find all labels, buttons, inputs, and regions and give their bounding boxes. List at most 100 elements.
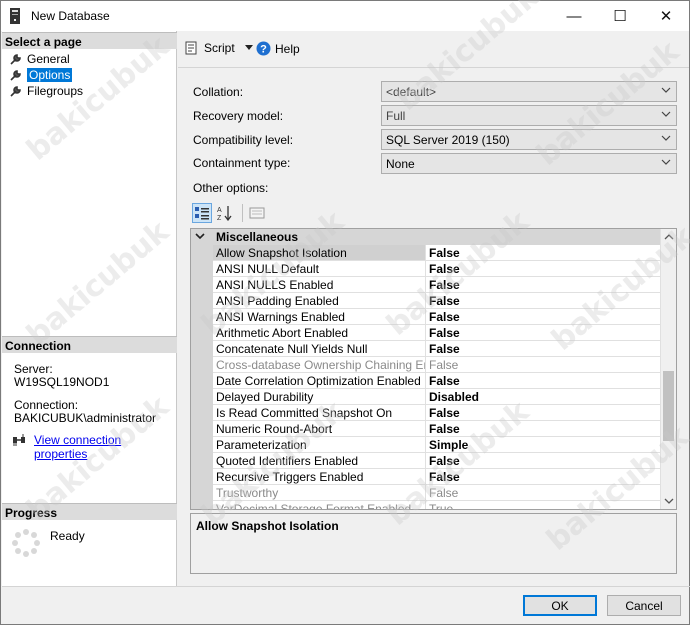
property-name: Numeric Round-Abort: [216, 422, 333, 436]
column-divider: [425, 357, 426, 373]
page-item-general[interactable]: General: [10, 51, 70, 67]
script-button[interactable]: Script: [185, 41, 253, 55]
new-database-dialog: New Database — ☐ ✕ Select a page General…: [0, 0, 690, 625]
property-row[interactable]: Quoted Identifiers Enabled False: [213, 453, 661, 469]
property-row[interactable]: ANSI NULLS Enabled False: [213, 277, 661, 293]
property-row[interactable]: Parameterization Simple: [213, 437, 661, 453]
page-item-filegroups[interactable]: Filegroups: [10, 83, 83, 99]
help-button[interactable]: ? Help: [256, 41, 300, 56]
description-title: Allow Snapshot Isolation: [196, 519, 339, 533]
property-value[interactable]: False: [429, 262, 460, 276]
property-pages-button[interactable]: [247, 203, 267, 223]
alphabetical-button[interactable]: A Z: [215, 203, 235, 223]
wrench-icon: [10, 54, 21, 65]
wrench-icon: [10, 86, 21, 97]
property-row[interactable]: Is Read Committed Snapshot On False: [213, 405, 661, 421]
property-row[interactable]: Cross-database Ownership Chaining Enable…: [213, 357, 661, 373]
progress-spinner-icon: [12, 529, 40, 557]
column-divider: [425, 293, 426, 309]
compatibility-level-combo[interactable]: SQL Server 2019 (150): [381, 129, 677, 150]
vertical-scrollbar[interactable]: [660, 229, 676, 509]
property-value[interactable]: False: [429, 422, 460, 436]
property-value[interactable]: False: [429, 342, 460, 356]
property-value: False: [429, 358, 459, 372]
scrollbar-thumb[interactable]: [663, 371, 674, 441]
help-icon: ?: [256, 41, 271, 56]
property-row[interactable]: ANSI Warnings Enabled False: [213, 309, 661, 325]
property-value[interactable]: False: [429, 470, 460, 484]
property-row[interactable]: Numeric Round-Abort False: [213, 421, 661, 437]
property-value[interactable]: False: [429, 278, 460, 292]
toolbar-separator: [242, 204, 243, 222]
column-divider: [425, 437, 426, 453]
description-panel: Allow Snapshot Isolation: [190, 513, 677, 574]
page-item-options[interactable]: Options: [10, 67, 73, 83]
view-connection-properties-link[interactable]: View connection properties: [34, 433, 176, 461]
toolbar: Script ? Help: [178, 31, 689, 67]
property-value[interactable]: False: [429, 246, 460, 260]
title-bar: New Database — ☐ ✕: [1, 1, 689, 31]
column-divider: [425, 421, 426, 437]
collation-value: <default>: [386, 85, 437, 99]
progress-status: Ready: [50, 529, 85, 543]
connection-label: Connection:: [14, 398, 79, 412]
recovery-model-combo[interactable]: Full: [381, 105, 677, 126]
property-row[interactable]: Concatenate Null Yields Null False: [213, 341, 661, 357]
containment-type-combo[interactable]: None: [381, 153, 677, 174]
chevron-down-icon: [661, 87, 671, 93]
chevron-down-icon: [661, 111, 671, 117]
categorized-icon: [195, 207, 209, 220]
column-divider: [425, 469, 426, 485]
page-item-label: General: [27, 52, 70, 66]
compatibility-level-value: SQL Server 2019 (150): [386, 133, 510, 147]
column-divider: [425, 405, 426, 421]
minimize-button[interactable]: —: [551, 1, 597, 31]
property-row[interactable]: Arithmetic Abort Enabled False: [213, 325, 661, 341]
help-label: Help: [275, 41, 300, 56]
column-divider: [425, 389, 426, 405]
chevron-down-icon[interactable]: [195, 231, 205, 241]
property-grid: Miscellaneous Allow Snapshot Isolation Fa…: [190, 228, 677, 510]
recovery-model-label: Recovery model:: [193, 109, 284, 123]
property-value[interactable]: Simple: [429, 438, 468, 452]
category-label: Miscellaneous: [216, 230, 299, 244]
property-row[interactable]: Recursive Triggers Enabled False: [213, 469, 661, 485]
categorized-button[interactable]: [192, 203, 212, 223]
property-value[interactable]: False: [429, 310, 460, 324]
property-row[interactable]: ANSI NULL Default False: [213, 261, 661, 277]
property-row[interactable]: Trustworthy False: [213, 485, 661, 501]
column-divider: [425, 485, 426, 501]
property-name: Is Read Committed Snapshot On: [216, 406, 393, 420]
property-value[interactable]: False: [429, 374, 460, 388]
progress-header: Progress: [2, 503, 177, 520]
property-name: ANSI Padding Enabled: [216, 294, 339, 308]
maximize-button[interactable]: ☐: [597, 1, 643, 31]
property-value[interactable]: False: [429, 406, 460, 420]
scroll-up-icon[interactable]: [664, 232, 674, 242]
page-item-label: Options: [27, 68, 73, 82]
property-row[interactable]: Allow Snapshot Isolation False: [213, 245, 661, 261]
property-value[interactable]: False: [429, 294, 460, 308]
property-row[interactable]: ANSI Padding Enabled False: [213, 293, 661, 309]
property-name: ANSI Warnings Enabled: [216, 310, 345, 324]
close-button[interactable]: ✕: [643, 1, 689, 31]
property-row[interactable]: VarDecimal Storage Format Enabled True: [213, 501, 661, 509]
category-row[interactable]: Miscellaneous: [191, 229, 661, 245]
property-name: Quoted Identifiers Enabled: [216, 454, 359, 468]
property-name: Delayed Durability: [216, 390, 314, 404]
ok-button[interactable]: OK: [523, 595, 597, 616]
property-row[interactable]: Delayed Durability Disabled: [213, 389, 661, 405]
column-divider: [425, 453, 426, 469]
collation-combo[interactable]: <default>: [381, 81, 677, 102]
scroll-down-icon[interactable]: [664, 496, 674, 506]
property-grid-toolbar: A Z: [192, 202, 270, 224]
chevron-down-icon[interactable]: [244, 45, 253, 51]
property-row[interactable]: Date Correlation Optimization Enabled Fal…: [213, 373, 661, 389]
chevron-down-icon: [661, 135, 671, 141]
property-value[interactable]: False: [429, 454, 460, 468]
property-name: Date Correlation Optimization Enabled: [216, 374, 421, 388]
property-value[interactable]: Disabled: [429, 390, 479, 404]
property-name: Trustworthy: [216, 486, 279, 500]
property-value[interactable]: False: [429, 326, 460, 340]
cancel-button[interactable]: Cancel: [607, 595, 681, 616]
